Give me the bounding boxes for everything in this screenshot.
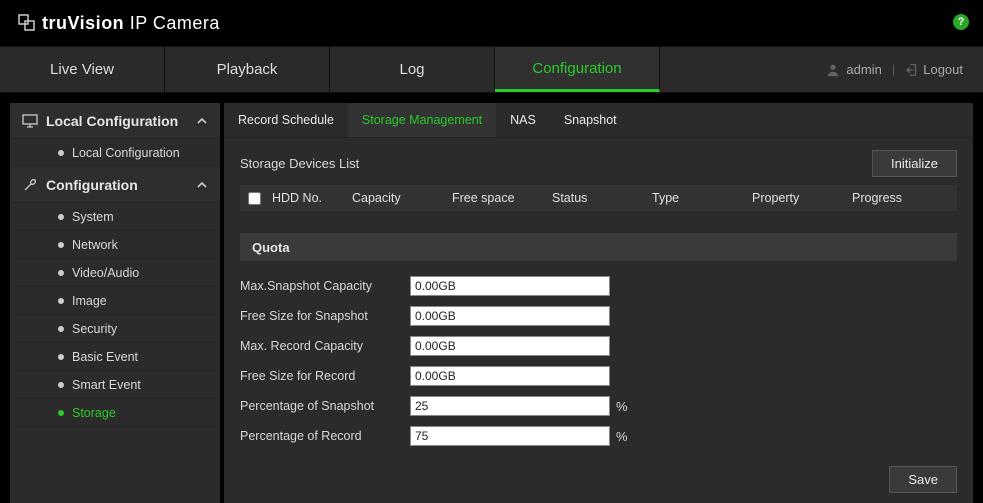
sidebar-head-configuration[interactable]: Configuration [10, 167, 220, 203]
input-free-size-snapshot[interactable] [410, 306, 610, 326]
col-status: Status [552, 191, 652, 205]
select-all-checkbox-cell [248, 192, 272, 205]
brand-logo-icon [18, 14, 36, 32]
brand-title-bold: truVision [42, 13, 124, 33]
sidebar: Local Configuration Local Configuration … [10, 103, 220, 503]
wrench-icon [22, 177, 38, 193]
quota-section-title: Quota [240, 233, 957, 261]
logout-icon [905, 63, 919, 77]
label-free-size-snapshot: Free Size for Snapshot [240, 309, 410, 323]
sidebar-item-network[interactable]: Network [10, 231, 220, 259]
input-percentage-snapshot[interactable] [410, 396, 610, 416]
user-separator: | [892, 62, 895, 77]
col-type: Type [652, 191, 752, 205]
save-button[interactable]: Save [889, 466, 957, 493]
row-max-record-capacity: Max. Record Capacity [240, 331, 957, 361]
subtab-snapshot[interactable]: Snapshot [550, 103, 631, 137]
row-free-size-snapshot: Free Size for Snapshot [240, 301, 957, 331]
input-percentage-record[interactable] [410, 426, 610, 446]
sidebar-head-label: Configuration [46, 177, 138, 193]
sidebar-item-system[interactable]: System [10, 203, 220, 231]
label-max-record-capacity: Max. Record Capacity [240, 339, 410, 353]
label-percentage-record: Percentage of Record [240, 429, 410, 443]
sidebar-item-image[interactable]: Image [10, 287, 220, 315]
subtab-storage-management[interactable]: Storage Management [348, 103, 496, 137]
sidebar-item-basic-event[interactable]: Basic Event [10, 343, 220, 371]
suffix-percentage-record: % [616, 429, 628, 444]
label-free-size-record: Free Size for Record [240, 369, 410, 383]
body-wrap: Local Configuration Local Configuration … [0, 93, 983, 503]
sidebar-section-local: Local Configuration Local Configuration [10, 103, 220, 167]
input-max-snapshot-capacity[interactable] [410, 276, 610, 296]
chevron-up-icon [196, 179, 208, 191]
col-capacity: Capacity [352, 191, 452, 205]
sidebar-item-storage[interactable]: Storage [10, 399, 220, 427]
input-free-size-record[interactable] [410, 366, 610, 386]
col-progress: Progress [852, 191, 957, 205]
nav-tab-configuration[interactable]: Configuration [495, 47, 660, 92]
input-max-record-capacity[interactable] [410, 336, 610, 356]
sidebar-item-smart-event[interactable]: Smart Event [10, 371, 220, 399]
sidebar-section-configuration: Configuration System Network Video/Audio… [10, 167, 220, 427]
sidebar-item-security[interactable]: Security [10, 315, 220, 343]
col-free-space: Free space [452, 191, 552, 205]
nav-tab-live-view[interactable]: Live View [0, 47, 165, 92]
avatar-icon [826, 63, 840, 77]
sidebar-item-local-configuration[interactable]: Local Configuration [10, 139, 220, 167]
storage-list-title: Storage Devices List [240, 156, 359, 171]
monitor-icon [22, 113, 38, 129]
sidebar-item-video-audio[interactable]: Video/Audio [10, 259, 220, 287]
label-max-snapshot-capacity: Max.Snapshot Capacity [240, 279, 410, 293]
select-all-checkbox[interactable] [248, 192, 261, 205]
logout-link[interactable]: Logout [923, 62, 963, 77]
initialize-button[interactable]: Initialize [872, 150, 957, 177]
chevron-up-icon [196, 115, 208, 127]
label-percentage-snapshot: Percentage of Snapshot [240, 399, 410, 413]
nav-tab-playback[interactable]: Playback [165, 47, 330, 92]
row-max-snapshot-capacity: Max.Snapshot Capacity [240, 271, 957, 301]
row-percentage-record: Percentage of Record % [240, 421, 957, 451]
storage-table-header: HDD No. Capacity Free space Status Type … [240, 185, 957, 211]
row-percentage-snapshot: Percentage of Snapshot % [240, 391, 957, 421]
brand-title-rest: IP Camera [124, 13, 220, 33]
user-box: admin | Logout [826, 47, 983, 92]
user-name[interactable]: admin [846, 62, 881, 77]
storage-list-header-row: Storage Devices List Initialize [240, 150, 957, 177]
brand-bar: truVision IP Camera ? [0, 0, 983, 46]
footer: Save [224, 456, 973, 503]
nav-tab-log[interactable]: Log [330, 47, 495, 92]
sidebar-head-label: Local Configuration [46, 113, 178, 129]
col-hdd-no: HDD No. [272, 191, 352, 205]
subtab-nas[interactable]: NAS [496, 103, 550, 137]
row-free-size-record: Free Size for Record [240, 361, 957, 391]
help-icon[interactable]: ? [953, 14, 969, 30]
col-property: Property [752, 191, 852, 205]
suffix-percentage-snapshot: % [616, 399, 628, 414]
sidebar-head-local-configuration[interactable]: Local Configuration [10, 103, 220, 139]
main-nav: Live View Playback Log Configuration adm… [0, 46, 983, 93]
panel: Storage Devices List Initialize HDD No. … [224, 138, 973, 456]
brand-title: truVision IP Camera [42, 13, 220, 34]
nav-spacer [660, 47, 826, 92]
content: Record Schedule Storage Management NAS S… [224, 103, 973, 503]
subtab-record-schedule[interactable]: Record Schedule [224, 103, 348, 137]
subtabs: Record Schedule Storage Management NAS S… [224, 103, 973, 138]
